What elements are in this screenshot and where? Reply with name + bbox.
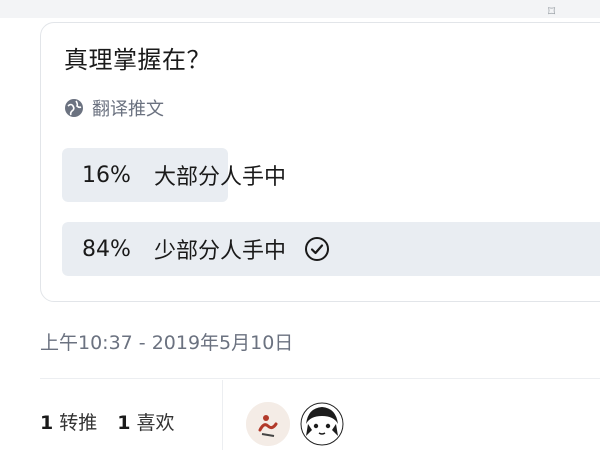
avatar-image	[246, 402, 290, 446]
poll-option-majority: 16% 大部分人手中	[62, 148, 600, 202]
poll-option-label: 大部分人手中	[154, 165, 287, 190]
poll-option-minority: 84% 少部分人手中	[62, 222, 600, 276]
avatar[interactable]	[300, 402, 344, 446]
check-circle-icon	[305, 237, 330, 261]
poll-option-label: 少部分人手中	[154, 239, 287, 264]
stats-divider	[222, 380, 223, 450]
translate-label: 翻译推文	[92, 99, 164, 120]
globe-icon	[65, 99, 83, 117]
avatar[interactable]	[246, 402, 290, 446]
likes-stat[interactable]: 1 喜欢	[117, 408, 174, 435]
divider	[40, 378, 600, 379]
retweets-label: 转推	[59, 412, 98, 434]
tweet-timestamp[interactable]: 上午10:37 - 2019年5月10日	[40, 328, 293, 355]
poll-question: 真理掌握在？	[64, 46, 211, 74]
poll-option-percent: 84%	[82, 236, 131, 262]
engagement-stats: 1 转推 1 喜欢	[40, 408, 175, 435]
translate-tweet-link[interactable]: 翻译推文	[64, 95, 164, 121]
retweets-stat[interactable]: 1 转推	[40, 408, 97, 435]
likes-label: 喜欢	[136, 412, 175, 434]
avatar-image	[300, 402, 344, 446]
retweets-count: 1	[40, 412, 54, 434]
likes-count: 1	[117, 412, 131, 434]
poll-option-percent: 16%	[82, 162, 131, 188]
top-strip	[0, 0, 600, 18]
close-icon[interactable]: ⌑	[548, 4, 564, 20]
